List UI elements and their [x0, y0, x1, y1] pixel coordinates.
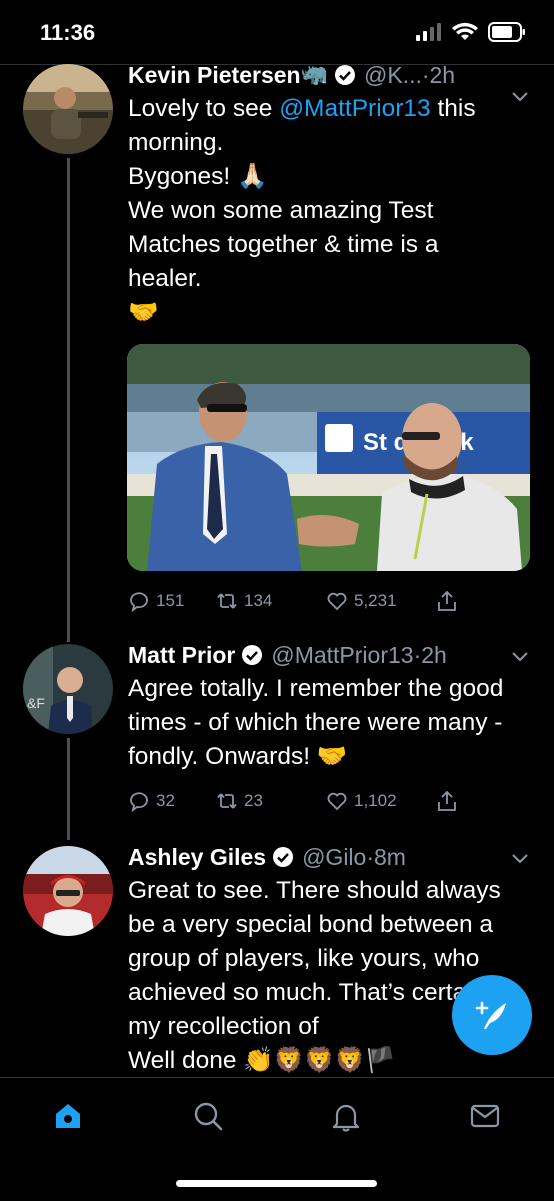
battery-icon	[488, 22, 525, 42]
thread-connector	[67, 738, 70, 840]
chevron-down-icon[interactable]	[510, 848, 530, 868]
tweet-text-part: Bygones! 🙏🏻	[128, 163, 268, 190]
reply-count: 151	[156, 591, 185, 610]
tweet-text-part: We won some amazing Test Matches togethe…	[128, 197, 439, 292]
messages-icon[interactable]	[469, 1100, 501, 1132]
like-icon	[327, 792, 347, 811]
tweet-actions: 32 23 1,102	[128, 786, 508, 816]
author-name[interactable]: Kevin Pietersen	[128, 60, 301, 90]
author-name-emoji: 🦏	[300, 62, 328, 87]
tweet-text: Lovely to see @MattPrior13 this morning.…	[128, 92, 508, 330]
avatar[interactable]	[23, 64, 113, 154]
author-handle[interactable]: @K...	[364, 60, 422, 90]
retweet-button[interactable]: 134	[216, 590, 326, 612]
author-handle[interactable]: @Gilo	[302, 842, 366, 872]
like-button[interactable]: 5,231	[326, 590, 436, 612]
author-name[interactable]: Matt Prior	[128, 640, 235, 670]
tweet-text-part: 🤝	[128, 299, 159, 326]
like-icon	[327, 592, 347, 611]
reply-icon	[130, 792, 148, 812]
avatar[interactable]	[23, 846, 113, 936]
tweet-text-part: Great to see. There should always be a v…	[128, 877, 503, 1040]
wifi-icon	[452, 22, 478, 40]
reply-button[interactable]: 32	[128, 790, 216, 812]
reply-count: 32	[156, 791, 175, 810]
share-icon	[438, 590, 456, 611]
home-indicator	[176, 1180, 377, 1187]
chevron-down-icon[interactable]	[510, 646, 530, 666]
tweet-header: Kevin Pietersen 🦏 @K... ·2h	[128, 60, 530, 90]
retweet-button[interactable]: 23	[216, 790, 326, 812]
chevron-down-icon[interactable]	[510, 86, 530, 106]
compose-tweet-button[interactable]	[452, 975, 532, 1055]
verified-icon	[242, 645, 263, 665]
tweet-time: ·2h	[413, 642, 447, 668]
like-count: 1,102	[354, 791, 397, 810]
tweet-text: Agree totally. I remember the good times…	[128, 675, 504, 770]
like-count: 5,231	[354, 591, 397, 610]
retweet-icon	[217, 593, 237, 609]
tweet-time: ·8m	[366, 844, 406, 870]
compose-tweet-icon	[475, 1001, 506, 1029]
svg-text:&F: &F	[27, 695, 45, 711]
retweet-count: 134	[244, 591, 273, 610]
verified-icon	[273, 847, 294, 867]
tweet-actions: 151 134 5,231	[128, 586, 508, 616]
share-icon	[438, 790, 456, 811]
home-icon[interactable]	[52, 1100, 84, 1132]
tweet-text-part: Well done 👏🦁🦁🦁🏴	[128, 1047, 396, 1074]
signal-icon	[416, 23, 441, 41]
status-time: 11:36	[40, 20, 96, 45]
avatar[interactable]: &F	[23, 644, 113, 734]
thread-connector	[67, 158, 70, 642]
author-name[interactable]: Ashley Giles	[128, 842, 266, 872]
tweet-text-part: Lovely to see	[128, 95, 280, 122]
tweet-photo[interactable]: St d Bank	[127, 344, 530, 571]
tweet-header: Matt Prior @MattPrior13 ·2h	[128, 640, 530, 670]
tweet-header: Ashley Giles @Gilo ·8m	[128, 842, 530, 872]
status-icons	[416, 22, 526, 42]
reply-button[interactable]: 151	[128, 590, 216, 612]
like-button[interactable]: 1,102	[326, 790, 436, 812]
author-handle[interactable]: @MattPrior13	[271, 640, 413, 670]
retweet-icon	[217, 793, 237, 809]
share-button[interactable]	[436, 790, 458, 812]
status-bar: 11:36	[0, 0, 554, 66]
reply-icon	[130, 592, 148, 612]
tweet-time: ·2h	[421, 62, 456, 88]
share-button[interactable]	[436, 590, 458, 612]
verified-icon	[335, 65, 355, 85]
notifications-icon[interactable]	[330, 1100, 362, 1132]
retweet-count: 23	[244, 791, 263, 810]
search-icon[interactable]	[192, 1100, 224, 1132]
mention-link[interactable]: @MattPrior13	[279, 95, 431, 122]
